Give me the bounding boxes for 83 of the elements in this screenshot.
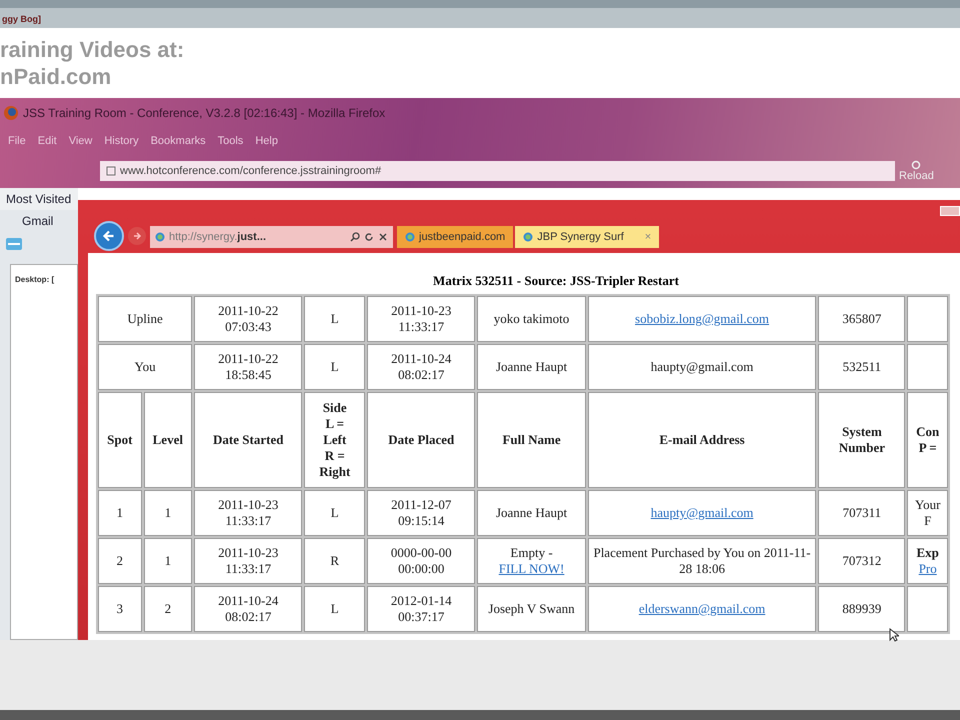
table-cell: 2011-10-24 08:02:17 [367,344,476,390]
table-cell: 707311 [818,490,906,536]
table-cell: You [98,344,192,390]
table-cell: Your F [907,490,948,536]
table-cell: L [304,296,366,342]
table-cell: Joseph V Swann [477,586,586,632]
page-title: Matrix 532511 - Source: JSS-Tripler Restart [432,273,680,289]
banner-text: nPaid.com [0,63,112,90]
menu-item[interactable]: Edit [38,135,57,147]
table-cell: 889939 [818,586,906,632]
email-link[interactable]: elderswann@gmail.com [638,601,766,617]
email-link[interactable]: sobobiz.long@gmail.com [635,311,770,327]
table-cell: 2 [98,538,142,584]
email-link[interactable]: Pro [918,561,937,577]
table-cell: haupty@gmail.com [588,344,816,390]
bookmark-item[interactable]: Gmail [22,214,54,228]
table-cell: Date Started [194,392,302,488]
table-cell: Spot [98,392,142,488]
table-cell: Upline [98,296,192,342]
table-cell: E-mail Address [588,392,816,488]
table-cell: 2011-10-22 18:58:45 [194,344,302,390]
globe-icon [405,232,415,242]
table-cell: 365807 [818,296,906,342]
browser-tab[interactable]: JBP Synergy Surf × [515,226,660,248]
table-cell: System Number [818,392,906,488]
table-cell: 0000-00-00 00:00:00 [367,538,476,584]
window-title: JSS Training Room - Conference, V3.2.8 [02:16:43] - Mozilla Firefox [23,106,386,120]
reload-button[interactable]: Reload [899,160,934,182]
reload-icon [911,160,922,170]
table-cell: yoko takimoto [477,296,586,342]
menu-item[interactable]: View [68,135,92,147]
table-cell: Exp Pro [907,538,948,584]
table-cell: Date Placed [367,392,476,488]
table-cell: Level [144,392,192,488]
table-cell: 707312 [818,538,906,584]
table-cell: 1 [144,538,192,584]
table-cell: Joanne Haupt [477,344,586,390]
forward-arrow-icon [131,230,143,242]
table-cell: 2 [144,586,192,632]
window-title: ggy Bog] [1,14,41,24]
menu-item[interactable]: Help [255,135,278,147]
email-link[interactable]: FILL NOW! [498,561,564,577]
table-cell: 1 [98,490,142,536]
table-cell: Joanne Haupt [477,490,586,536]
refresh-icon[interactable] [364,232,374,242]
close-icon[interactable] [378,232,388,242]
menu-item[interactable]: Tools [218,135,244,147]
table-cell: 532511 [818,344,906,390]
table-cell: 2011-10-24 08:02:17 [194,586,302,632]
table-cell: Side L = Left R = Right [304,392,366,488]
table-cell: Con P = [907,392,948,488]
search-icon[interactable] [350,232,360,242]
table-cell: 2012-01-14 00:37:17 [367,586,476,632]
banner-text: raining Videos at: [0,36,184,63]
table-cell: 2011-10-22 07:03:43 [194,296,302,342]
email-link[interactable]: haupty@gmail.com [650,505,754,521]
table-cell: Empty - FILL NOW! [477,538,586,584]
back-button[interactable] [94,221,124,251]
globe-icon [155,232,165,242]
panel-label: Desktop: [ [15,275,54,284]
table-cell: L [304,586,366,632]
table-cell: Placement Purchased by You on 2011-11-28 18:06 [588,538,816,584]
globe-icon [523,232,534,242]
menu-item[interactable]: File [8,135,26,147]
menu-item[interactable]: Bookmarks [150,135,206,147]
table-cell: 2011-10-23 11:33:17 [194,490,302,536]
page-icon [106,166,116,176]
forward-button[interactable] [128,227,146,245]
address-bar[interactable]: www.hotconference.com/conference.jsstrainingroom# [100,161,895,181]
table-cell: L [304,344,366,390]
table-cell: 2011-10-23 11:33:17 [194,538,302,584]
table-cell: 1 [144,490,192,536]
close-button[interactable]: × [644,231,652,243]
menu-item[interactable]: History [104,135,139,147]
browser-tab[interactable]: justbeenpaid.com [397,226,514,248]
globe-icon [3,105,19,121]
table-cell: L [304,490,366,536]
table-cell: R [304,538,366,584]
table-cell: 2011-10-23 11:33:17 [367,296,476,342]
table-cell: 3 [98,586,142,632]
table-cell: 2011-12-07 09:15:14 [367,490,476,536]
address-bar[interactable]: http://synergy.just... [150,226,393,248]
table-cell: Full Name [477,392,586,488]
